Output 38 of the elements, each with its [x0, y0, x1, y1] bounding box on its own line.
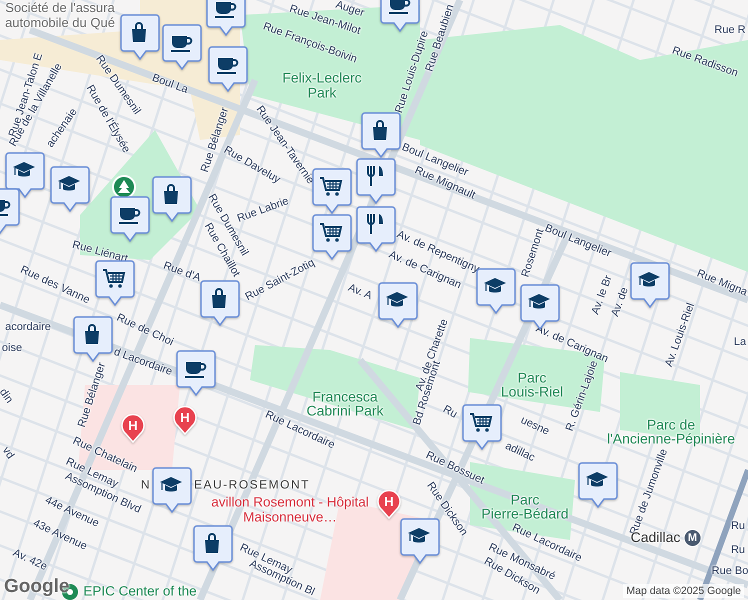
hospital-label: Maisonneuve…	[243, 510, 337, 526]
place-label: Société de l'assura	[5, 0, 115, 16]
venue-label: EPIC Center of the	[83, 584, 197, 600]
street-label: adillac	[503, 440, 537, 464]
street-label: Rue Bo	[712, 564, 748, 578]
street-label: Rue Liénart	[70, 238, 130, 266]
hospital-label: avillon Rosemont - Hôpital	[211, 496, 369, 510]
street-label: Rue d'A	[162, 260, 202, 284]
map-attribution: Map data ©2025 Google	[623, 584, 744, 598]
district-label: N	[140, 478, 152, 492]
place-label: automobile du Qué	[5, 16, 115, 30]
street-label: Rue R	[714, 24, 746, 36]
park-label: l'Ancienne-Pépinière	[607, 431, 735, 447]
park-label: Parc	[510, 492, 540, 508]
street-label: Ru	[730, 520, 746, 532]
street-label: oise	[2, 342, 22, 354]
street-label: Av. de	[609, 286, 631, 318]
park-label: Parc de	[646, 417, 696, 433]
district-label: EAU-ROSEMONT	[194, 478, 310, 492]
park-label: Felix-Leclerc	[282, 70, 362, 86]
street-label: uesne	[518, 414, 552, 438]
street-label: Boul La	[150, 72, 190, 96]
street-label: Av. 42e	[11, 546, 49, 574]
park-label: Parc	[518, 370, 546, 386]
street-label: Rue de Choi	[114, 312, 176, 348]
park-label: Park	[308, 85, 336, 101]
street-label: acordaire	[5, 320, 51, 334]
park-label: Pierre-Bédard	[481, 506, 569, 522]
street-label: vd	[0, 444, 16, 462]
street-label: Av. A	[346, 282, 374, 302]
street-label: La	[734, 336, 746, 348]
park-label: Cabrini Park	[306, 403, 384, 419]
park-label: Francesca	[312, 389, 378, 405]
street-label: Rue Migna	[695, 267, 748, 299]
park-label: Louis-Riel	[500, 384, 564, 400]
google-logo: Google	[4, 576, 70, 598]
street-label: Ru	[730, 544, 746, 556]
street-label: Ru	[440, 403, 460, 421]
